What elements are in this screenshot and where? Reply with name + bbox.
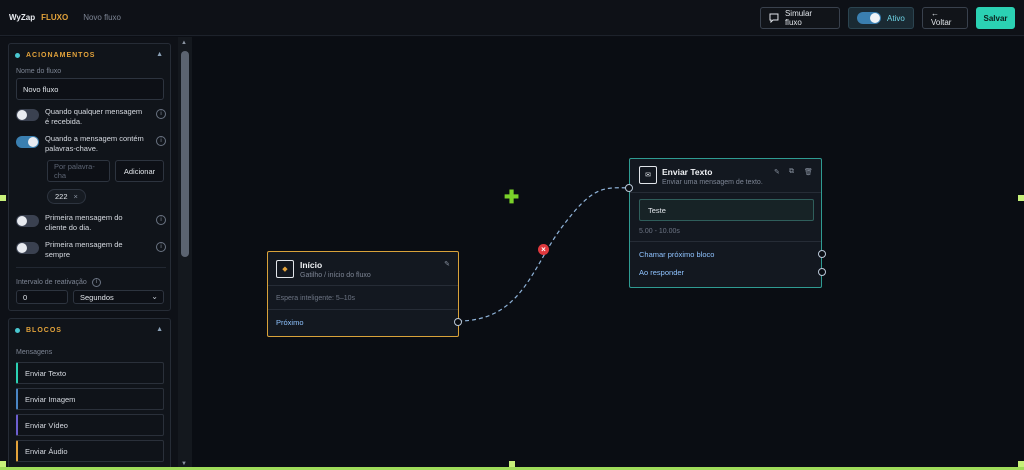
resize-handle[interactable] <box>1018 195 1024 201</box>
keyword-chip-label: 222 <box>55 192 68 201</box>
duplicate-icon[interactable]: ⧉ <box>789 168 794 176</box>
interval-value-input[interactable]: 0 <box>16 290 68 304</box>
section-dot-icon <box>15 327 20 333</box>
trigger-keywords-label: Quando a mensagem contém palavras-chave. <box>45 134 144 153</box>
add-keyword-button[interactable]: Adicionar <box>115 160 164 182</box>
add-node-icon[interactable]: ✚ <box>504 188 519 206</box>
collapse-caret-icon[interactable]: ▲ <box>156 326 164 333</box>
on-reply-output[interactable]: Ao responder <box>639 268 684 277</box>
simulate-flow-label: Simular fluxo <box>784 9 813 27</box>
node-enviar-subtitle: Enviar uma mensagem de texto. <box>662 179 763 186</box>
divider <box>630 192 821 193</box>
divider <box>268 309 458 310</box>
output-port[interactable] <box>818 250 826 258</box>
brand-section: FLUXO <box>41 13 69 22</box>
node-enviar-title: Enviar Texto <box>662 167 713 177</box>
acionamentos-title: ACIONAMENTOS <box>26 51 96 59</box>
interval-unit-select[interactable]: Segundos ⌄ <box>73 290 164 304</box>
node-inicio-subtitle: Gatilho / início do fluxo <box>300 272 371 279</box>
call-next-output[interactable]: Chamar próximo bloco <box>639 250 714 259</box>
acionamentos-panel: ACIONAMENTOS ▲ Nome do fluxo Novo fluxo … <box>8 43 171 311</box>
node-inicio-next-output[interactable]: Próximo <box>276 318 304 327</box>
section-dot-icon <box>15 52 20 58</box>
close-icon[interactable]: × <box>74 192 78 201</box>
divider <box>16 267 166 268</box>
trigger-first-day-row: Primeira mensagem do cliente do dia. i <box>16 213 166 233</box>
chevron-down-icon: ⌄ <box>151 292 158 301</box>
back-button[interactable]: ← Voltar <box>922 7 968 29</box>
trigger-keywords-row: Quando a mensagem contém palavras-chave.… <box>16 134 166 154</box>
trigger-any-message-toggle[interactable] <box>16 109 39 121</box>
sidebar: ACIONAMENTOS ▲ Nome do fluxo Novo fluxo … <box>0 37 192 470</box>
block-send-text[interactable]: Enviar Texto <box>16 362 164 384</box>
header-actions: Simular fluxo Ativo ← Voltar Salvar <box>760 7 1015 29</box>
flow-name-input[interactable]: Novo fluxo <box>16 78 164 100</box>
trigger-keywords-toggle[interactable] <box>16 136 39 148</box>
edit-icon[interactable]: ✎ <box>774 168 780 176</box>
info-icon[interactable]: i <box>91 278 101 287</box>
sidebar-scrollbar[interactable]: ▲ ▼ <box>178 37 192 470</box>
node-enviar-texto[interactable]: ✉ Enviar Texto Enviar uma mensagem de te… <box>625 158 826 288</box>
message-icon: ✉ <box>639 166 657 184</box>
trigger-first-ever-label: Primeira mensagem de sempre <box>45 240 123 259</box>
keyword-chip: 222 × <box>47 189 86 204</box>
block-send-image[interactable]: Enviar Imagem <box>16 388 164 410</box>
active-toggle-switch[interactable] <box>857 12 881 24</box>
resize-handle[interactable] <box>0 195 6 201</box>
blocos-header[interactable]: BLOCOS ▲ <box>9 319 170 341</box>
trigger-first-ever-toggle[interactable] <box>16 242 39 254</box>
simulate-flow-button[interactable]: Simular fluxo <box>760 7 840 29</box>
flow-name-title: Novo fluxo <box>83 13 121 22</box>
acionamentos-header[interactable]: ACIONAMENTOS ▲ <box>9 44 170 66</box>
trigger-any-message-row: Quando qualquer mensagem é recebida. i <box>16 107 166 127</box>
scroll-up-icon[interactable]: ▲ <box>181 40 187 46</box>
output-port[interactable] <box>818 268 826 276</box>
flow-canvas[interactable]: ✚ × ◆ Início Gatilho / início do fluxo ✎… <box>192 37 1024 470</box>
keyword-input[interactable]: Por palavra-cha <box>47 160 110 182</box>
active-toggle-button[interactable]: Ativo <box>848 7 914 29</box>
interval-unit-value: Segundos <box>80 292 114 302</box>
info-icon[interactable]: i <box>156 215 166 225</box>
output-port[interactable] <box>454 318 462 326</box>
info-icon[interactable]: i <box>156 109 166 119</box>
info-icon[interactable]: i <box>156 242 166 252</box>
save-button[interactable]: Salvar <box>976 7 1015 29</box>
app-header: WyZap FLUXO Novo fluxo Simular fluxo Ati… <box>0 0 1024 36</box>
info-icon[interactable]: i <box>156 136 166 146</box>
interval-label: Intervalo de reativação <box>16 279 87 286</box>
chat-icon <box>769 13 779 23</box>
scroll-thumb[interactable] <box>181 51 189 257</box>
node-enviar-timing: 5.00 - 10.00s <box>639 228 680 235</box>
trigger-first-ever-row: Primeira mensagem de sempre i <box>16 240 166 260</box>
trigger-first-day-toggle[interactable] <box>16 215 39 227</box>
input-port[interactable] <box>625 184 633 192</box>
divider <box>630 241 821 242</box>
collapse-caret-icon[interactable]: ▲ <box>156 51 164 58</box>
delete-connection-icon[interactable]: × <box>538 244 549 255</box>
blocos-panel: BLOCOS ▲ Mensagens Enviar Texto Enviar I… <box>8 318 171 470</box>
divider <box>268 285 458 286</box>
node-inicio-wait: Espera inteligente: 5–10s <box>276 295 355 302</box>
flow-name-label: Nome do fluxo <box>16 68 62 75</box>
message-text-preview[interactable]: Teste <box>639 199 814 221</box>
active-label: Ativo <box>887 13 905 23</box>
trigger-any-message-label: Quando qualquer mensagem é recebida. <box>45 107 143 126</box>
brand-name: WyZap <box>9 13 36 22</box>
blocos-title: BLOCOS <box>26 326 62 334</box>
trash-icon[interactable]: 🗑 <box>804 168 813 176</box>
block-send-video[interactable]: Enviar Vídeo <box>16 414 164 436</box>
messages-section-label: Mensagens <box>16 349 53 356</box>
edit-icon[interactable]: ✎ <box>444 260 450 268</box>
interval-label-row: Intervalo de reativação i <box>16 278 101 287</box>
node-inicio[interactable]: ◆ Início Gatilho / início do fluxo ✎ Esp… <box>267 251 462 337</box>
start-icon: ◆ <box>276 260 294 278</box>
block-send-audio[interactable]: Enviar Áudio <box>16 440 164 462</box>
trigger-first-day-label: Primeira mensagem do cliente do dia. <box>45 213 123 232</box>
node-inicio-title: Início <box>300 260 323 270</box>
